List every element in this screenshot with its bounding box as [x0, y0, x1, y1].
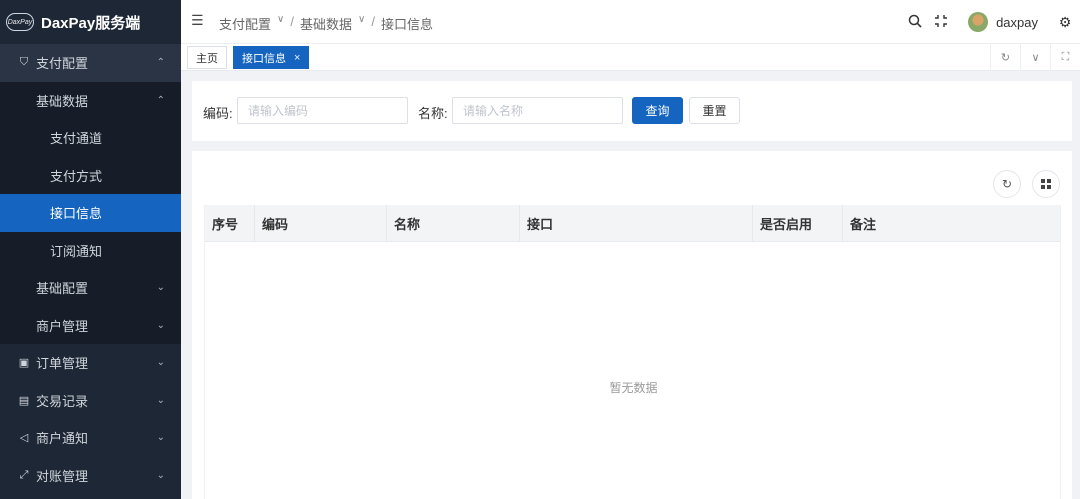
- sidebar-item-label: 商户通知: [36, 431, 89, 447]
- breadcrumb-item: 接口信息: [380, 17, 433, 32]
- tab-label: 主页: [196, 52, 218, 65]
- grid-icon: [1041, 179, 1051, 189]
- column-settings-icon[interactable]: [1032, 170, 1060, 198]
- sidebar-item-merchant-manage[interactable]: 商户管理 ⌄: [0, 306, 181, 344]
- search-icon[interactable]: [902, 14, 928, 31]
- sidebar-item-basic-config[interactable]: 基础配置 ⌄: [0, 269, 181, 307]
- sidebar-item-trade-record[interactable]: ▤ 交易记录 ⌄: [0, 382, 181, 420]
- sidebar-item-label: 支付通道: [50, 131, 103, 147]
- sidebar: DaxPay DaxPay服务端 ⛉ 支付配置 ⌃ 基础数据 ⌃ 支付通道 支付…: [0, 0, 181, 499]
- code-label: 编码:: [203, 106, 233, 121]
- order-icon: ▣: [18, 357, 30, 370]
- sidebar-item-label: 订单管理: [36, 356, 89, 372]
- breadcrumb-separator: /: [371, 14, 375, 29]
- sidebar-item-label: 商户管理: [36, 318, 89, 334]
- brand-logo[interactable]: DaxPay DaxPay服务端: [0, 0, 181, 44]
- chevron-down-icon: ⌄: [156, 432, 165, 444]
- chevron-down-icon: ⌄: [156, 319, 165, 331]
- breadcrumb-item[interactable]: 基础数据: [300, 14, 352, 33]
- avatar[interactable]: [968, 12, 989, 32]
- column-header-index: 序号: [205, 205, 255, 242]
- shield-icon: ⛉: [19, 56, 29, 69]
- breadcrumb-separator: /: [290, 14, 294, 29]
- gear-icon[interactable]: ⚙: [1052, 14, 1078, 31]
- menu-fold-icon[interactable]: ☰: [191, 13, 205, 27]
- sidebar-item-api-info[interactable]: 接口信息: [0, 194, 181, 232]
- sidebar-item-label: 基础配置: [36, 281, 89, 297]
- sidebar-item-order-manage[interactable]: ▣ 订单管理 ⌄: [0, 344, 181, 382]
- refresh-icon[interactable]: ↻: [993, 170, 1021, 198]
- chevron-down-icon: ⌄: [156, 357, 165, 369]
- column-header-enabled: 是否启用: [753, 205, 843, 242]
- sidebar-item-subscribe-notify[interactable]: 订阅通知: [0, 231, 181, 269]
- table-panel: ↻ 序号 编码 名称 接口 是否启用 备注 暂无数据: [192, 151, 1072, 499]
- reload-icon[interactable]: ↻: [990, 44, 1020, 71]
- sidebar-item-merchant-notify[interactable]: ◁ 商户通知 ⌄: [0, 419, 181, 457]
- name-input[interactable]: [452, 97, 623, 124]
- tabs-bar: 主页 接口信息 × ↻ ∨ ⛶: [181, 44, 1080, 71]
- column-header-api: 接口: [520, 205, 753, 242]
- breadcrumb-item[interactable]: 支付配置: [219, 14, 271, 33]
- close-icon[interactable]: ×: [294, 52, 300, 64]
- column-header-name: 名称: [387, 205, 520, 242]
- sidebar-item-label: 支付配置: [36, 56, 89, 72]
- name-label: 名称:: [418, 106, 448, 121]
- chevron-down-icon: ⌄: [156, 282, 165, 294]
- query-button[interactable]: 查询: [632, 97, 683, 124]
- notify-icon: ◁: [19, 432, 29, 445]
- sidebar-item-pay-method[interactable]: 支付方式: [0, 156, 181, 194]
- chevron-up-icon: ⌃: [156, 57, 165, 69]
- sidebar-item-reconcile[interactable]: ⤢ 对账管理 ⌄: [0, 457, 181, 495]
- tab-home[interactable]: 主页: [187, 46, 227, 69]
- sidebar-item-pay-config[interactable]: ⛉ 支付配置 ⌃: [0, 44, 181, 82]
- record-icon: ▤: [18, 394, 30, 407]
- empty-state-text: 暂无数据: [609, 381, 658, 395]
- sidebar-item-label: 订阅通知: [50, 243, 103, 259]
- column-header-remark: 备注: [850, 217, 877, 232]
- column-header-code: 编码: [255, 205, 387, 242]
- code-input[interactable]: [237, 97, 408, 124]
- search-panel: 编码: 名称: 查询 重置: [192, 81, 1072, 141]
- chevron-down-icon: ⌄: [156, 394, 165, 406]
- tab-label: 接口信息: [242, 52, 286, 65]
- chevron-down-icon[interactable]: ∨: [1020, 44, 1050, 71]
- sidebar-item-label: 基础数据: [36, 93, 89, 109]
- chevron-up-icon: ⌃: [156, 94, 165, 106]
- sidebar-item-label: 对账管理: [36, 468, 89, 484]
- table-header: 序号 编码 名称 接口 是否启用 备注: [205, 205, 1060, 242]
- chevron-down-icon: ⌄: [156, 469, 165, 481]
- fullscreen-icon[interactable]: [928, 14, 954, 31]
- breadcrumb: 支付配置 ∨ / 基础数据 ∨ / 接口信息: [219, 14, 433, 33]
- sidebar-item-pay-channel[interactable]: 支付通道: [0, 119, 181, 157]
- sidebar-item-label: 交易记录: [36, 393, 89, 409]
- sidebar-item-label: 接口信息: [50, 206, 103, 222]
- sidebar-item-label: 支付方式: [50, 168, 103, 184]
- tabs-tools: ↻ ∨ ⛶: [990, 44, 1080, 71]
- chevron-down-icon: ∨: [277, 14, 285, 25]
- header-actions: daxpay ⚙: [902, 0, 1080, 44]
- username[interactable]: daxpay: [996, 15, 1038, 30]
- fullscreen-icon[interactable]: ⛶: [1050, 44, 1080, 71]
- logo-mark-icon: DaxPay: [6, 13, 34, 31]
- app-title: DaxPay服务端: [41, 14, 141, 32]
- sidebar-item-basic-data[interactable]: 基础数据 ⌃: [0, 81, 181, 119]
- tab-api-info[interactable]: 接口信息 ×: [233, 46, 310, 69]
- reset-button[interactable]: 重置: [689, 97, 740, 124]
- chevron-down-icon: ∨: [357, 14, 366, 25]
- data-table: 序号 编码 名称 接口 是否启用 备注 暂无数据: [204, 205, 1061, 499]
- reconcile-icon: ⤢: [19, 468, 29, 481]
- header: ☰ 支付配置 ∨ / 基础数据 ∨ / 接口信息 daxpay ⚙: [181, 0, 1080, 44]
